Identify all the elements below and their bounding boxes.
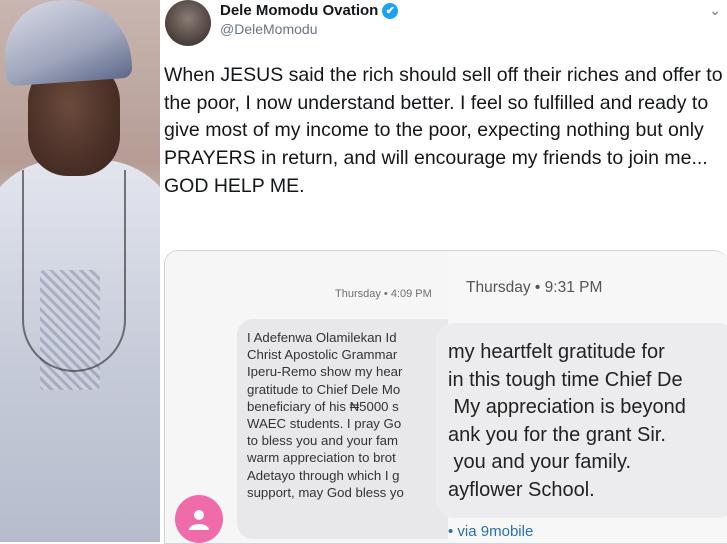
- verified-badge-icon: ✔: [382, 2, 399, 19]
- chevron-down-icon[interactable]: ⌄: [709, 2, 721, 19]
- tweet-header: Dele Momodu Ovation ✔ @DeleMomodu ⌄: [165, 0, 727, 56]
- display-name[interactable]: Dele Momodu Ovation: [220, 2, 378, 19]
- photo-glasses-chain: [22, 170, 126, 372]
- message-screenshot-left: Thursday • 4:09 PM I Adefenwa Olamilekan…: [165, 251, 497, 543]
- person-icon: [189, 510, 209, 530]
- message-text: my heartfelt gratitude for in this tough…: [448, 341, 686, 501]
- tweet-text: When JESUS said the rich should sell off…: [164, 64, 723, 197]
- user-avatar[interactable]: [165, 0, 211, 46]
- display-name-row[interactable]: Dele Momodu Ovation ✔: [220, 2, 399, 19]
- message-timestamp: Thursday • 4:09 PM: [335, 288, 432, 300]
- message-text: I Adefenwa Olamilekan Id Christ Apostoli…: [247, 330, 404, 500]
- photo-cap: [1, 0, 133, 87]
- message-screenshot-right: Thursday • 9:31 PM my heartfelt gratitud…: [436, 251, 727, 543]
- carrier-label: • via 9mobile: [448, 523, 534, 540]
- tweet-attachment-image[interactable]: Thursday • 4:09 PM I Adefenwa Olamilekan…: [164, 250, 727, 544]
- user-handle[interactable]: @DeleMomodu: [220, 21, 317, 37]
- profile-photo: [0, 0, 160, 542]
- message-timestamp: Thursday • 9:31 PM: [466, 279, 603, 296]
- contact-avatar-icon: [175, 495, 223, 543]
